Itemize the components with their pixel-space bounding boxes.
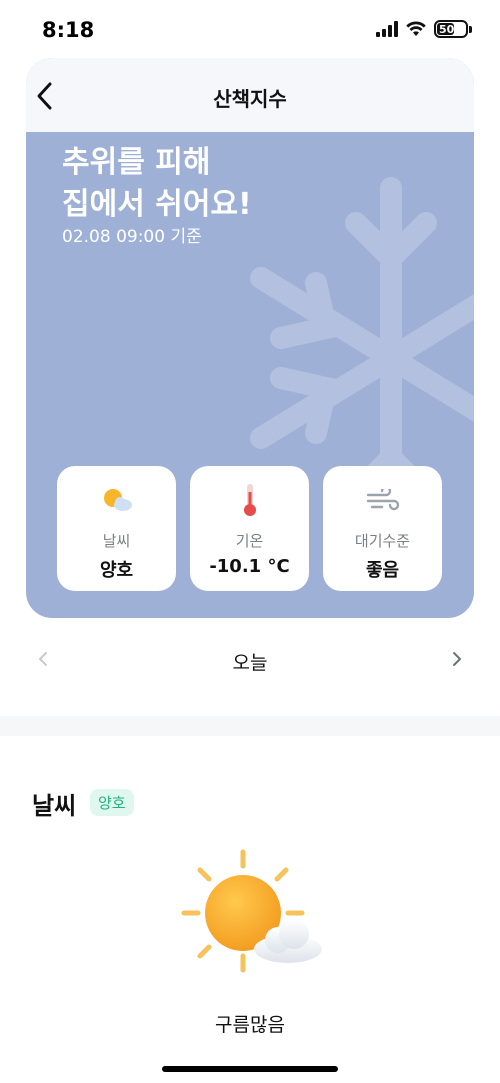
metric-label: 기온 [235, 532, 264, 550]
metric-label: 날씨 [102, 532, 131, 550]
hero-timestamp: 02.08 09:00 기준 [62, 227, 202, 247]
weather-section-title: 날씨 [32, 792, 77, 820]
cellular-signal-icon [376, 21, 398, 37]
status-badge: 양호 [90, 789, 134, 816]
day-navigation: 오늘 [0, 640, 500, 680]
battery-icon: 50 [434, 20, 472, 38]
sun-cloud-icon [103, 489, 132, 511]
metric-card-temperature: 기온 -10.1 °C [190, 466, 309, 591]
chevron-right-icon [453, 652, 461, 666]
status-bar: 8:18 50 [0, 0, 500, 60]
status-time: 8:18 [42, 18, 95, 42]
battery-level: 50 [439, 22, 455, 36]
home-indicator[interactable] [162, 1066, 338, 1072]
metric-value: 양호 [99, 560, 134, 581]
hero-headline: 추위를 피해 집에서 쉬어요! [62, 142, 252, 226]
walk-index-card: 산책지수 추위를 피해 집에서 쉬어요! 02.08 09:00 기준 날씨 양… [26, 58, 474, 618]
hero-headline-line2: 집에서 쉬어요! [62, 187, 252, 222]
metric-label: 대기수준 [354, 532, 411, 550]
section-divider [0, 716, 500, 736]
wifi-icon [406, 21, 426, 36]
metric-card-air-quality: 대기수준 좋음 [323, 466, 442, 591]
day-label: 오늘 [232, 652, 268, 674]
metric-value: -10.1 °C [209, 556, 290, 577]
page-title: 산책지수 [213, 87, 287, 111]
wind-icon [366, 489, 399, 511]
weather-description: 구름많음 [215, 1014, 285, 1036]
nav-header: 산책지수 [26, 58, 474, 132]
next-day-button[interactable] [450, 648, 464, 676]
sun-cloud-illustration-icon [181, 849, 322, 973]
status-icons: 50 [376, 20, 472, 38]
metric-value: 좋음 [365, 560, 400, 581]
hero-headline-line1: 추위를 피해 [62, 145, 211, 180]
thermometer-icon [243, 484, 256, 516]
metric-card-weather: 날씨 양호 [57, 466, 176, 591]
